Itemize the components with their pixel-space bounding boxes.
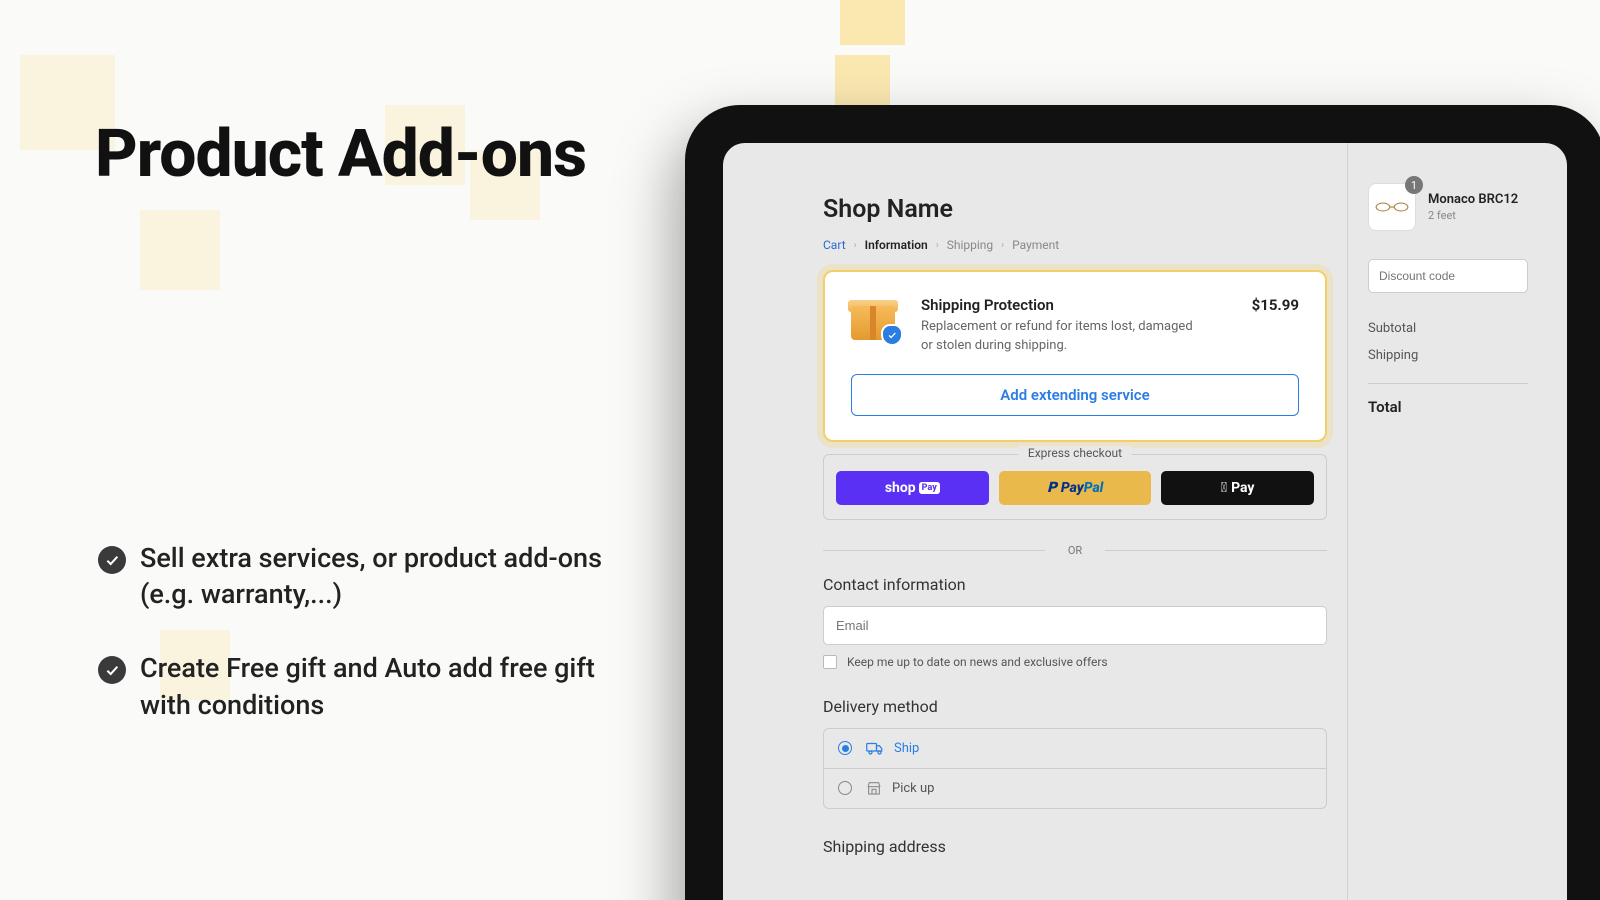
delivery-pickup-label: Pick up <box>892 781 934 796</box>
contact-heading: Contact information <box>823 575 1327 594</box>
feature-bullet: Sell extra services, or product add-ons … <box>98 540 618 612</box>
express-checkout-label: Express checkout <box>1018 446 1132 460</box>
decor-square <box>835 55 890 110</box>
radio-on-icon <box>838 741 852 755</box>
feature-text: Sell extra services, or product add-ons … <box>140 540 618 612</box>
breadcrumb-information: Information <box>865 238 928 252</box>
shipping-address-heading: Shipping address <box>823 837 1327 856</box>
cart-item: 1 Monaco BRC12 2 feet <box>1368 183 1567 231</box>
product-thumbnail: 1 <box>1368 183 1416 231</box>
subtotal-label: Subtotal <box>1368 321 1416 336</box>
chevron-right-icon: › <box>1001 240 1004 251</box>
breadcrumb: Cart › Information › Shipping › Payment <box>823 238 1327 252</box>
package-shield-icon <box>851 296 899 344</box>
radio-off-icon <box>838 781 852 795</box>
qty-badge: 1 <box>1405 176 1423 194</box>
truck-icon <box>866 741 884 755</box>
delivery-heading: Delivery method <box>823 697 1327 716</box>
chevron-right-icon: › <box>854 240 857 251</box>
apple-icon:  <box>1221 480 1227 496</box>
check-icon <box>98 656 126 684</box>
feature-text: Create Free gift and Auto add free gift … <box>140 650 618 722</box>
email-field[interactable] <box>823 606 1327 645</box>
device-frame: Shop Name Cart › Information › Shipping … <box>685 105 1600 900</box>
store-icon <box>866 781 882 795</box>
addon-title: Shipping Protection <box>921 296 1236 314</box>
cart-item-name: Monaco BRC12 <box>1428 192 1518 207</box>
breadcrumb-payment: Payment <box>1012 238 1059 252</box>
express-checkout-box: Express checkout shopPay 𝗣PayPal Pay <box>823 454 1327 520</box>
divider <box>1368 383 1528 384</box>
or-divider: OR <box>823 544 1327 557</box>
delivery-option-pickup[interactable]: Pick up <box>824 769 1326 808</box>
addon-description: Replacement or refund for items lost, da… <box>921 318 1201 356</box>
shop-pay-button[interactable]: shopPay <box>836 471 989 505</box>
newsletter-label: Keep me up to date on news and exclusive… <box>847 655 1108 669</box>
apple-pay-button[interactable]: Pay <box>1161 471 1314 505</box>
delivery-ship-label: Ship <box>894 741 919 756</box>
feature-bullet: Create Free gift and Auto add free gift … <box>98 650 618 722</box>
cart-item-variant: 2 feet <box>1428 209 1518 222</box>
shipping-label: Shipping <box>1368 348 1418 363</box>
check-icon <box>98 546 126 574</box>
decor-square <box>840 0 905 45</box>
page-title: Product Add-ons <box>95 120 655 189</box>
paypal-button[interactable]: 𝗣PayPal <box>999 471 1152 505</box>
add-extending-service-button[interactable]: Add extending service <box>851 374 1299 416</box>
shop-name: Shop Name <box>823 195 1327 224</box>
delivery-option-ship[interactable]: Ship <box>824 729 1326 769</box>
total-label: Total <box>1368 398 1402 416</box>
chevron-right-icon: › <box>936 240 939 251</box>
breadcrumb-shipping: Shipping <box>947 238 993 252</box>
newsletter-checkbox[interactable] <box>823 655 837 669</box>
discount-code-field[interactable] <box>1368 259 1528 293</box>
addon-price: $15.99 <box>1252 296 1299 314</box>
checkout-screen: Shop Name Cart › Information › Shipping … <box>723 143 1567 900</box>
addon-card: Shipping Protection Replacement or refun… <box>823 270 1327 442</box>
breadcrumb-cart[interactable]: Cart <box>823 238 846 252</box>
decor-square <box>140 210 220 290</box>
